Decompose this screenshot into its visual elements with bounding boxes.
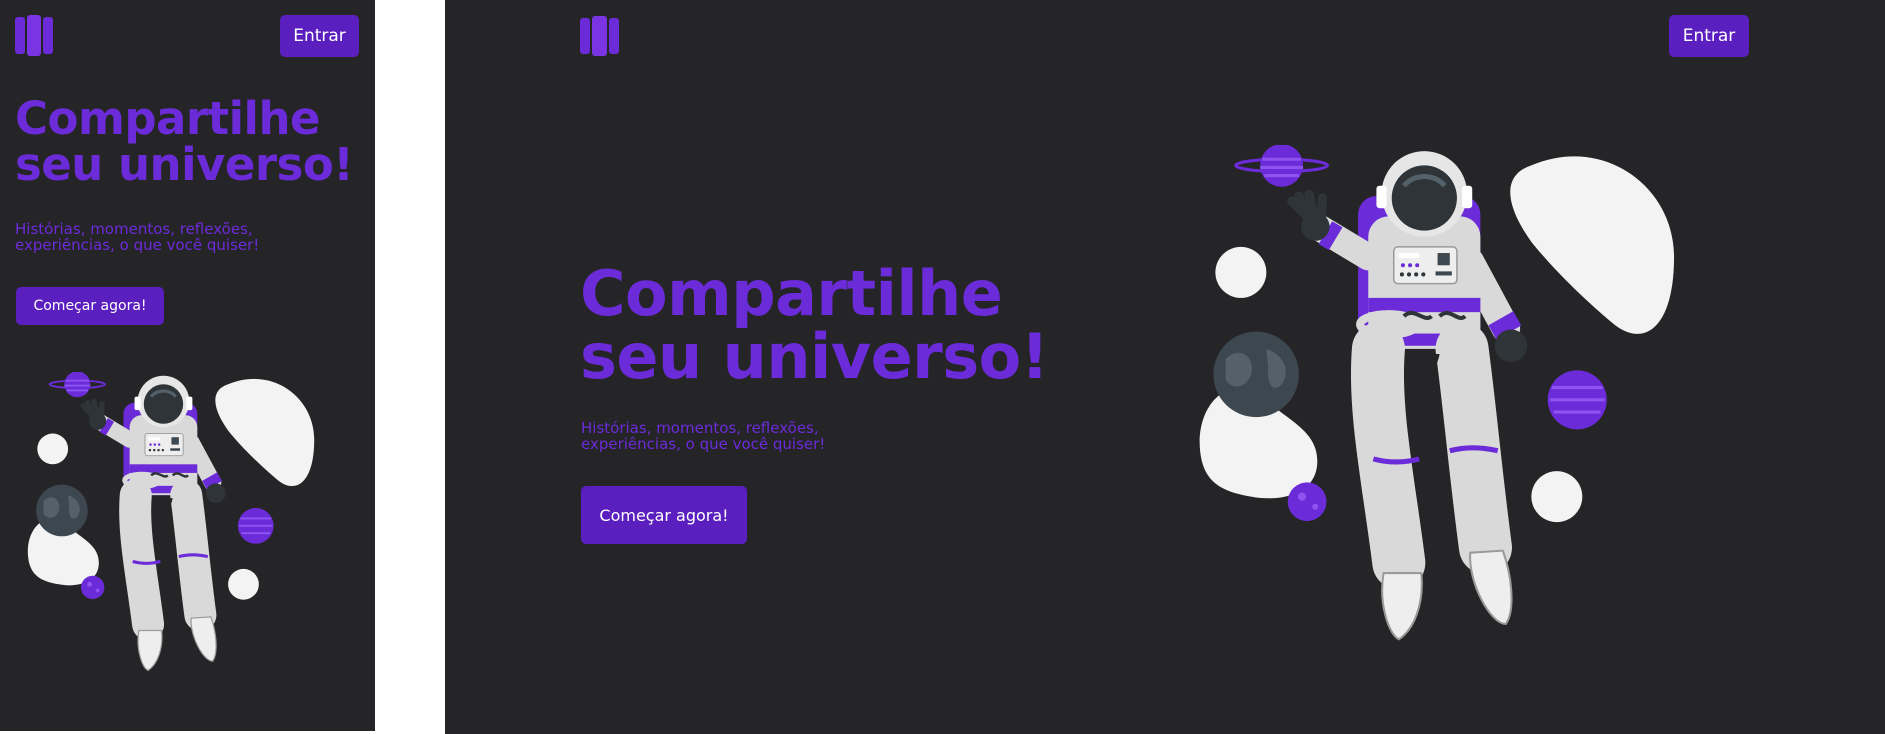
hero-title-line1: Compartilhe <box>580 257 1003 330</box>
mobile-preview: Entrar Compartilhe seu universo! Históri… <box>0 0 375 731</box>
hero-subtitle-line2: experiências, o que você quiser! <box>15 235 260 254</box>
hero-subtitle: Histórias, momentos, reflexões, experiên… <box>581 420 941 453</box>
desktop-preview: Entrar Compartilhe seu universo! Históri… <box>445 0 1885 734</box>
hero-title: Compartilhe seu universo! <box>15 96 370 188</box>
astronaut-illustration <box>20 372 350 692</box>
hero-title-line1: Compartilhe <box>15 92 321 145</box>
login-button[interactable]: Entrar <box>1669 15 1749 57</box>
cta-button[interactable]: Começar agora! <box>16 287 164 325</box>
hero-title-line2: seu universo! <box>580 320 1049 394</box>
login-button[interactable]: Entrar <box>280 15 359 57</box>
hero-subtitle-line2: experiências, o que você quiser! <box>581 434 826 453</box>
logo-icon[interactable] <box>15 15 56 56</box>
cta-button[interactable]: Começar agora! <box>581 486 747 544</box>
hero-subtitle: Histórias, momentos, reflexões, experiên… <box>15 221 355 254</box>
logo-icon[interactable] <box>580 16 622 56</box>
hero-title-line2: seu universo! <box>15 137 354 191</box>
astronaut-illustration <box>1190 145 1730 675</box>
hero-title: Compartilhe seu universo! <box>580 257 1100 394</box>
